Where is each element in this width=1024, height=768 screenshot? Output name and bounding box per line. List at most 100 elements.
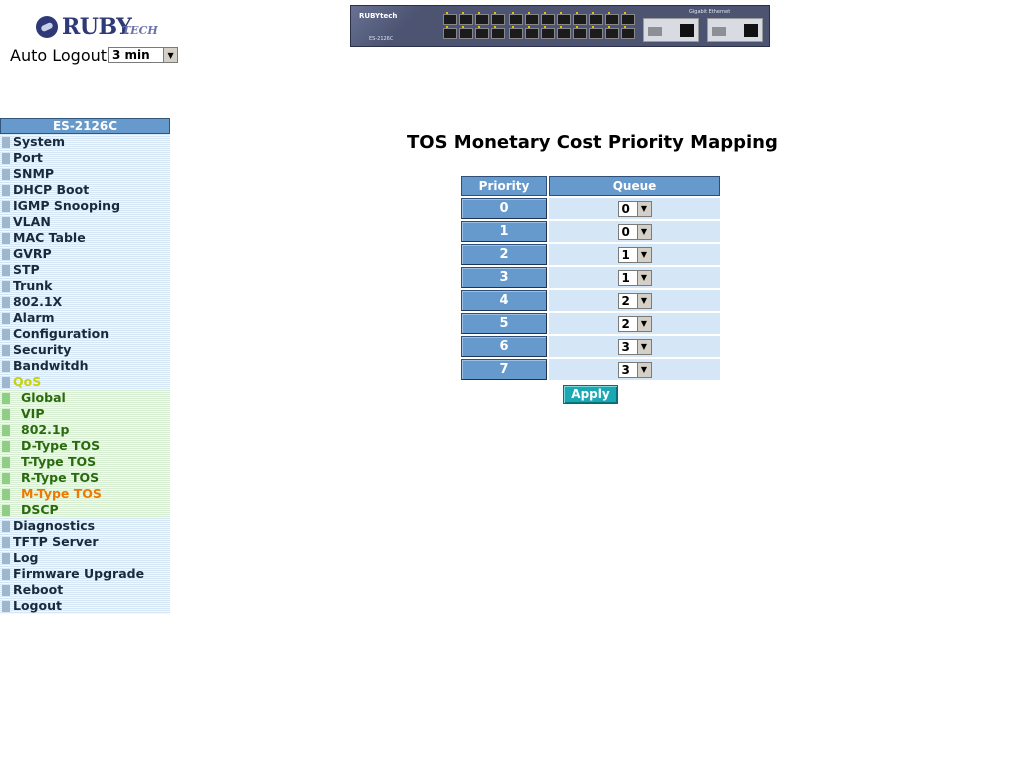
banner-model: ES-2126C: [369, 36, 394, 42]
port-group: [509, 12, 571, 25]
queue-value: 1: [621, 270, 630, 285]
queue-value: 0: [621, 224, 630, 239]
sidebar-item-label: 802.1X: [13, 294, 63, 309]
sidebar-item-r-type-tos[interactable]: R-Type TOS: [0, 470, 170, 486]
menu-bullet-icon: [2, 345, 10, 356]
queue-value: 3: [621, 339, 630, 354]
queue-select[interactable]: 2 ▼: [617, 315, 652, 332]
sidebar-item-reboot[interactable]: Reboot: [0, 582, 170, 598]
ethernet-port-icon: [509, 26, 523, 39]
menu-bullet-icon: [2, 409, 10, 420]
ethernet-port-icon: [573, 12, 587, 25]
sidebar-item-label: STP: [13, 262, 40, 277]
auto-logout-value: 3 min: [112, 48, 150, 62]
menu-bullet-icon: [2, 185, 10, 196]
menu-bullet-icon: [2, 393, 10, 404]
table-header: Priority Queue: [461, 176, 720, 196]
ruby-tech-logo: RUBY TECH: [34, 12, 158, 44]
sidebar-item-label: TFTP Server: [13, 534, 99, 549]
menu-bullet-icon: [2, 281, 10, 292]
sidebar-item-vlan[interactable]: VLAN: [0, 214, 170, 230]
menu-bullet-icon: [2, 297, 10, 308]
sidebar-item-firmware-upgrade[interactable]: Firmware Upgrade: [0, 566, 170, 582]
chevron-down-icon: ▼: [636, 201, 651, 216]
port-group: [573, 12, 635, 25]
sidebar-item-label: R-Type TOS: [21, 470, 100, 485]
chevron-down-icon: ▼: [636, 224, 651, 239]
sidebar-item-label: Firmware Upgrade: [13, 566, 145, 581]
logo-word: RUBY: [62, 14, 132, 40]
device-front-panel-image: RUBYtech ES-2126C Gigabit Ethernet: [350, 5, 770, 47]
sidebar-item-m-type-tos[interactable]: M-Type TOS: [0, 486, 170, 502]
sidebar-item-configuration[interactable]: Configuration: [0, 326, 170, 342]
table-row: 4 2 ▼: [461, 290, 720, 311]
sidebar-item-bandwitdh[interactable]: Bandwitdh: [0, 358, 170, 374]
menu-bullet-icon: [2, 249, 10, 260]
queue-select[interactable]: 1 ▼: [617, 269, 652, 286]
sidebar-item-logout[interactable]: Logout: [0, 598, 170, 614]
sidebar-item-gvrp[interactable]: GVRP: [0, 246, 170, 262]
queue-cell: 0 ▼: [549, 198, 720, 219]
menu-bullet-icon: [2, 201, 10, 212]
sidebar-item-dscp[interactable]: DSCP: [0, 502, 170, 518]
queue-value: 0: [621, 201, 630, 216]
sidebar-item-label: Logout: [13, 598, 62, 613]
sidebar-item-diagnostics[interactable]: Diagnostics: [0, 518, 170, 534]
sidebar-item-d-type-tos[interactable]: D-Type TOS: [0, 438, 170, 454]
logo-suffix: TECH: [122, 24, 158, 37]
sidebar-item-label: Global: [21, 390, 66, 405]
sidebar-title: ES-2126C: [0, 118, 170, 134]
sidebar-item-802-1x[interactable]: 802.1X: [0, 294, 170, 310]
ethernet-port-icon: [605, 26, 619, 39]
sfp-slot-icon: [712, 27, 726, 36]
menu-bullet-icon: [2, 569, 10, 580]
sidebar-item-label: M-Type TOS: [21, 486, 102, 501]
menu-bullet-icon: [2, 553, 10, 564]
queue-cell: 0 ▼: [549, 221, 720, 242]
priority-cell: 7: [461, 359, 547, 380]
table-row: 7 3 ▼: [461, 359, 720, 380]
menu-bullet-icon: [2, 153, 10, 164]
apply-button[interactable]: Apply: [563, 385, 618, 404]
queue-select[interactable]: 0 ▼: [617, 200, 652, 217]
sidebar-item-security[interactable]: Security: [0, 342, 170, 358]
sidebar-item-802-1p[interactable]: 802.1p: [0, 422, 170, 438]
sidebar-item-label: QoS: [13, 374, 42, 389]
ethernet-port-icon: [491, 12, 505, 25]
menu-bullet-icon: [2, 233, 10, 244]
queue-select[interactable]: 0 ▼: [617, 223, 652, 240]
sidebar-item-trunk[interactable]: Trunk: [0, 278, 170, 294]
queue-select[interactable]: 2 ▼: [617, 292, 652, 309]
auto-logout-label: Auto Logout: [10, 45, 108, 65]
sidebar-item-mac-table[interactable]: MAC Table: [0, 230, 170, 246]
sidebar-item-vip[interactable]: VIP: [0, 406, 170, 422]
queue-select[interactable]: 3 ▼: [617, 361, 652, 378]
sidebar-item-system[interactable]: System: [0, 134, 170, 150]
sidebar-item-port[interactable]: Port: [0, 150, 170, 166]
sidebar-item-alarm[interactable]: Alarm: [0, 310, 170, 326]
sidebar-item-tftp-server[interactable]: TFTP Server: [0, 534, 170, 550]
sidebar-item-t-type-tos[interactable]: T-Type TOS: [0, 454, 170, 470]
menu-bullet-icon: [2, 425, 10, 436]
priority-cell: 3: [461, 267, 547, 288]
sidebar-item-global[interactable]: Global: [0, 390, 170, 406]
auto-logout-select[interactable]: 3 min ▼: [108, 47, 179, 63]
sidebar-item-stp[interactable]: STP: [0, 262, 170, 278]
queue-value: 3: [621, 362, 630, 377]
ethernet-port-icon: [621, 26, 635, 39]
sidebar-item-label: Trunk: [13, 278, 53, 293]
port-group: [443, 26, 505, 39]
sidebar-item-log[interactable]: Log: [0, 550, 170, 566]
queue-cell: 3 ▼: [549, 359, 720, 380]
port-group: [443, 12, 505, 25]
sidebar-item-igmp-snooping[interactable]: IGMP Snooping: [0, 198, 170, 214]
rj45-port-icon: [744, 24, 758, 37]
sidebar-item-label: Diagnostics: [13, 518, 96, 533]
sidebar-item-snmp[interactable]: SNMP: [0, 166, 170, 182]
sidebar-item-dhcp-boot[interactable]: DHCP Boot: [0, 182, 170, 198]
queue-select[interactable]: 1 ▼: [617, 246, 652, 263]
sidebar-item-label: Port: [13, 150, 43, 165]
sidebar-item-label: D-Type TOS: [21, 438, 101, 453]
sidebar-item-qos[interactable]: QoS: [0, 374, 170, 390]
queue-select[interactable]: 3 ▼: [617, 338, 652, 355]
